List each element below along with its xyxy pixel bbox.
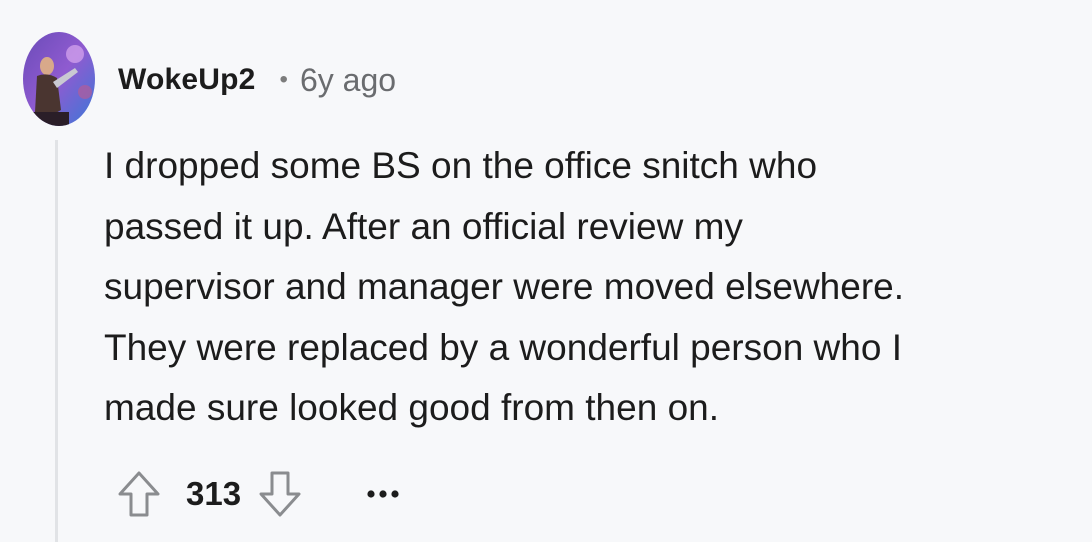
upvote-arrow-icon[interactable] — [116, 470, 162, 518]
comment-line: passed it up. After an official review m… — [104, 205, 743, 247]
timestamp[interactable]: 6y ago — [300, 62, 396, 99]
comment-meta: WokeUp2 • 6y ago — [118, 58, 396, 102]
more-options-icon[interactable] — [363, 484, 403, 504]
username[interactable]: WokeUp2 — [118, 63, 256, 97]
comment-line: made sure looked good from then on. — [104, 387, 719, 428]
vote-score: 313 — [186, 475, 242, 512]
thread-line[interactable] — [55, 140, 58, 542]
comment-actions: 313 — [116, 468, 403, 520]
separator-dot: • — [279, 66, 288, 93]
downvote-arrow-icon[interactable] — [257, 470, 303, 518]
comment-body: I dropped some BS on the office snitch w… — [104, 136, 1064, 439]
avatar[interactable] — [23, 32, 95, 126]
comment-line: They were replaced by a wonderful person… — [104, 326, 902, 368]
comment-line: supervisor and manager were moved elsewh… — [104, 266, 905, 307]
comment-line: I dropped some BS on the office snitch w… — [104, 145, 818, 186]
